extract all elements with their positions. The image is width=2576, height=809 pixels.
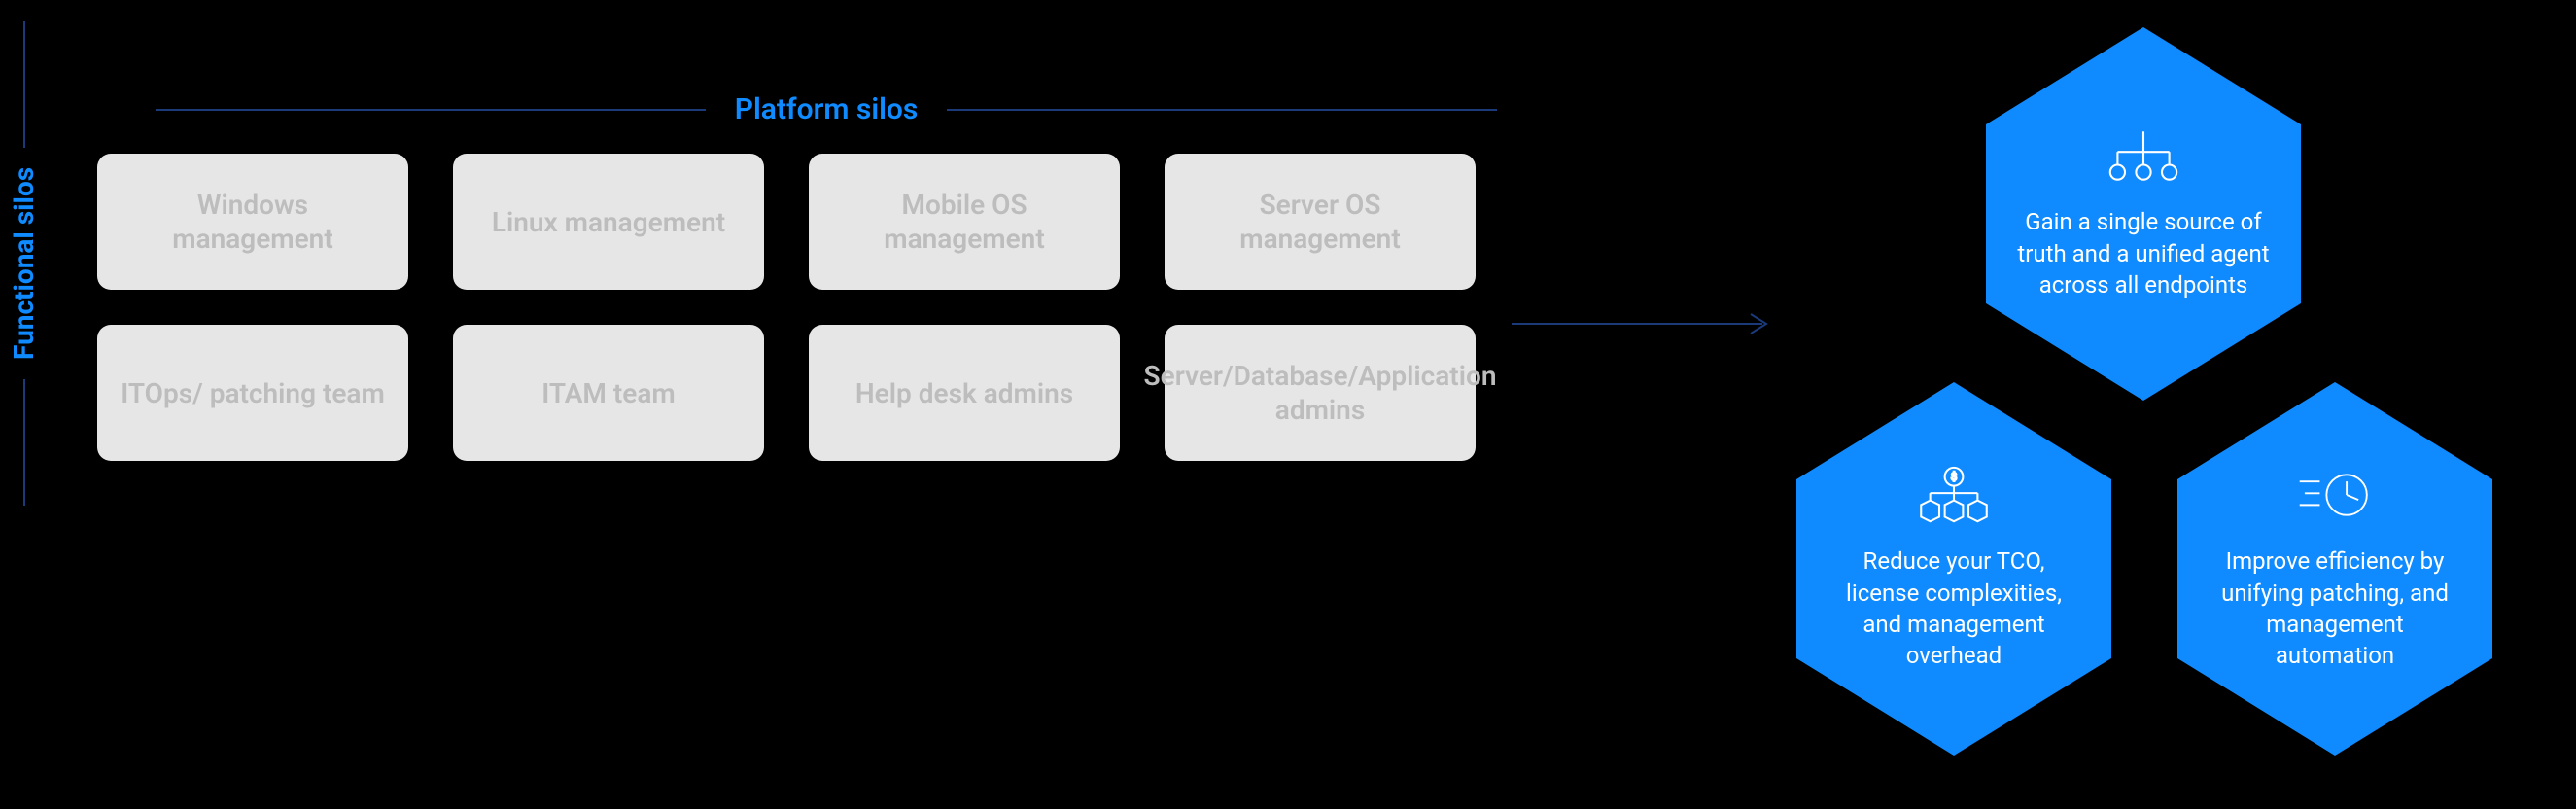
y-axis-text: Functional silos — [8, 167, 40, 360]
silo-mobile-os-management: Mobile OS management — [809, 154, 1120, 290]
y-axis-rule — [23, 21, 25, 148]
hex-top-text: Gain a single source of truth and a unif… — [2017, 206, 2270, 300]
silo-server-os-management: Server OS management — [1165, 154, 1476, 290]
silo-help-desk-admins: Help desk admins — [809, 325, 1120, 461]
hex-right-text: Improve efficiency by unifying patching,… — [2209, 545, 2461, 672]
hex-single-source: Gain a single source of truth and a unif… — [1968, 19, 2318, 408]
cost-boxes-icon: $ — [1917, 466, 1991, 524]
speed-clock-icon — [2298, 466, 2372, 524]
diagram: Functional silos Platform silos Windows … — [0, 0, 2576, 809]
y-axis-rule — [23, 379, 25, 506]
hex-improve-efficiency: Improve efficiency by unifying patching,… — [2160, 374, 2510, 763]
x-axis-label: Platform silos — [156, 92, 1497, 126]
silo-windows-management: Windows management — [97, 154, 408, 290]
x-axis-rule — [156, 109, 706, 111]
x-axis-text: Platform silos — [735, 92, 919, 126]
y-axis-label: Functional silos — [8, 21, 40, 506]
hex-left-text: Reduce your TCO, license complexities, a… — [1828, 545, 2080, 672]
arrow-icon — [1512, 309, 1774, 338]
org-hierarchy-icon — [2106, 126, 2180, 185]
silo-server-db-app-admins: Server/Database/Application admins — [1165, 325, 1476, 461]
silo-linux-management: Linux management — [453, 154, 764, 290]
silo-grid: Windows management Linux management Mobi… — [97, 154, 1476, 461]
silo-itops-patching-team: ITOps/ patching team — [97, 325, 408, 461]
silo-itam-team: ITAM team — [453, 325, 764, 461]
x-axis-rule — [947, 109, 1497, 111]
hex-cluster: Gain a single source of truth and a unif… — [1779, 19, 2518, 788]
svg-text:$: $ — [1951, 471, 1957, 483]
hex-reduce-tco: $ Reduce your TCO, license complexities,… — [1779, 374, 2129, 763]
